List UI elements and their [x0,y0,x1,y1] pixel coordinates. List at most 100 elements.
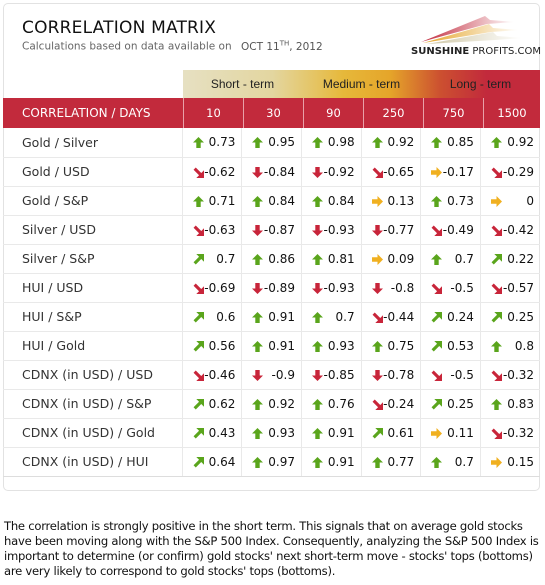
arrow-up-icon [252,137,264,148]
arrow-down-right-icon [193,225,204,236]
arrow-right-icon [431,427,443,439]
correlation-cell: 0.95 [241,128,302,158]
arrow-right-icon [371,195,383,207]
arrow-up-icon [431,195,443,207]
row-label: HUI / USD [3,273,183,303]
correlation-cell: 0.91 [241,331,302,361]
arrow-right-icon [490,195,502,207]
row-label: Gold / S&P [3,186,183,216]
correlation-cell: 0.22 [479,244,540,274]
correlation-cell: -0.32 [479,360,540,390]
correlation-value: 0.92 [507,135,534,149]
correlation-cell: 0.76 [300,389,362,419]
arrow-down-icon [311,282,323,294]
date-year: , 2012 [289,40,323,53]
row-label: HUI / S&P [3,302,183,332]
arrow-up-right-icon [193,311,204,323]
arrow-down-icon [311,369,323,381]
arrow-down-icon [252,224,264,236]
sunshine-profits-logo[interactable]: SUNSHINE PROFITS.COM [405,12,541,60]
row-label: CDNX (in USD) / S&P [3,389,183,419]
correlation-cell: -0.8 [360,273,421,303]
correlation-cell: 0.91 [241,302,302,332]
correlation-cell: 0.25 [420,389,481,419]
arrow-up-icon [252,340,264,352]
arrow-down-right-icon [491,283,502,294]
correlation-value: -0.85 [323,367,355,382]
correlation-value: 0.92 [387,135,415,149]
row-label: HUI / Gold [3,331,183,361]
correlation-cell: 0.64 [181,447,242,477]
correlation-value: 0.95 [268,135,295,149]
arrow-up-icon [311,195,323,207]
correlation-value: 0.84 [268,193,295,208]
correlation-value: 0.25 [447,396,474,411]
page-title: CORRELATION MATRIX [22,18,217,38]
correlation-value: -0.44 [383,309,415,324]
table-row: CDNX (in USD) / USD -0.46 -0.9 -0.85 -0.78 -0… [3,360,540,390]
table-row: HUI / S&P 0.6 0.91 0.7 -0.44 0.24 0.25 [3,302,540,332]
date-suffix-sup: TH [279,39,290,47]
correlation-value: 0.13 [387,193,415,208]
date-prefix: OCT 11 [240,40,280,53]
correlation-cell: 0.84 [300,186,362,216]
correlation-value: 0.7 [216,251,236,266]
arrow-up-right-icon [193,427,204,439]
arrow-down-icon [252,369,264,381]
correlation-value: 0.8 [514,338,534,353]
column-header-750: 750 [423,98,483,128]
correlation-value: 0 [526,193,534,208]
row-label: Silver / S&P [3,244,183,274]
correlation-cell: 0.15 [479,447,540,477]
row-label: Gold / USD [3,157,183,187]
correlation-cell: 0.92 [479,128,540,158]
arrow-up-icon [371,340,383,352]
arrow-down-right-icon [372,312,383,323]
row-label: CDNX (in USD) / USD [3,360,183,390]
correlation-value: -0.69 [204,280,236,295]
correlation-value: 0.62 [208,396,236,411]
arrow-up-icon [490,340,502,352]
column-header-row: CORRELATION / DAYS 10 30 90 250 750 1500 [3,98,540,128]
correlation-value: 0.56 [208,338,236,353]
correlation-cell: 0.24 [420,302,481,332]
correlation-value: 0.11 [447,425,474,440]
correlation-value: 0.92 [268,396,295,411]
correlation-cell: 0.91 [300,447,362,477]
correlation-cell: 0.6 [181,302,242,332]
correlation-cell: 0.13 [360,186,421,216]
term-medium: Medium - term [322,77,401,91]
correlation-value: -0.92 [323,164,355,179]
column-header-1500: 1500 [483,98,540,128]
correlation-cell: 0.73 [420,186,481,216]
arrow-up-right-icon [193,456,204,468]
correlation-value: 0.24 [447,309,474,324]
correlation-cell: 0.7 [420,447,481,477]
arrow-up-icon [311,311,323,323]
correlation-cell: -0.46 [181,360,242,390]
arrow-right-icon [371,253,383,265]
correlation-cell: 0.92 [360,128,421,158]
correlation-cell: 0.53 [420,331,481,361]
column-header-250: 250 [363,98,423,128]
correlation-cell: 0.7 [181,244,242,274]
arrow-down-icon [371,369,383,381]
arrow-up-icon [192,137,204,148]
correlation-cell: -0.87 [241,215,302,245]
table-row: Silver / S&P 0.7 0.86 0.81 0.09 0.7 0.22 [3,244,540,274]
correlation-cell: -0.42 [479,215,540,245]
correlation-value: -0.5 [450,367,474,382]
correlation-value: -0.49 [442,222,474,237]
arrow-up-right-icon [193,398,204,410]
arrow-up-right-icon [193,253,204,265]
arrow-down-right-icon [491,370,502,381]
correlation-cell: 0.98 [300,128,362,158]
arrow-up-icon [371,456,383,468]
correlation-value: 0.43 [208,425,236,440]
correlation-cell: 0.97 [241,447,302,477]
column-header-90: 90 [303,98,363,128]
correlation-value: -0.32 [502,425,534,440]
arrow-down-icon [252,166,264,178]
arrow-right-icon [431,166,443,178]
arrow-up-icon [371,137,383,148]
